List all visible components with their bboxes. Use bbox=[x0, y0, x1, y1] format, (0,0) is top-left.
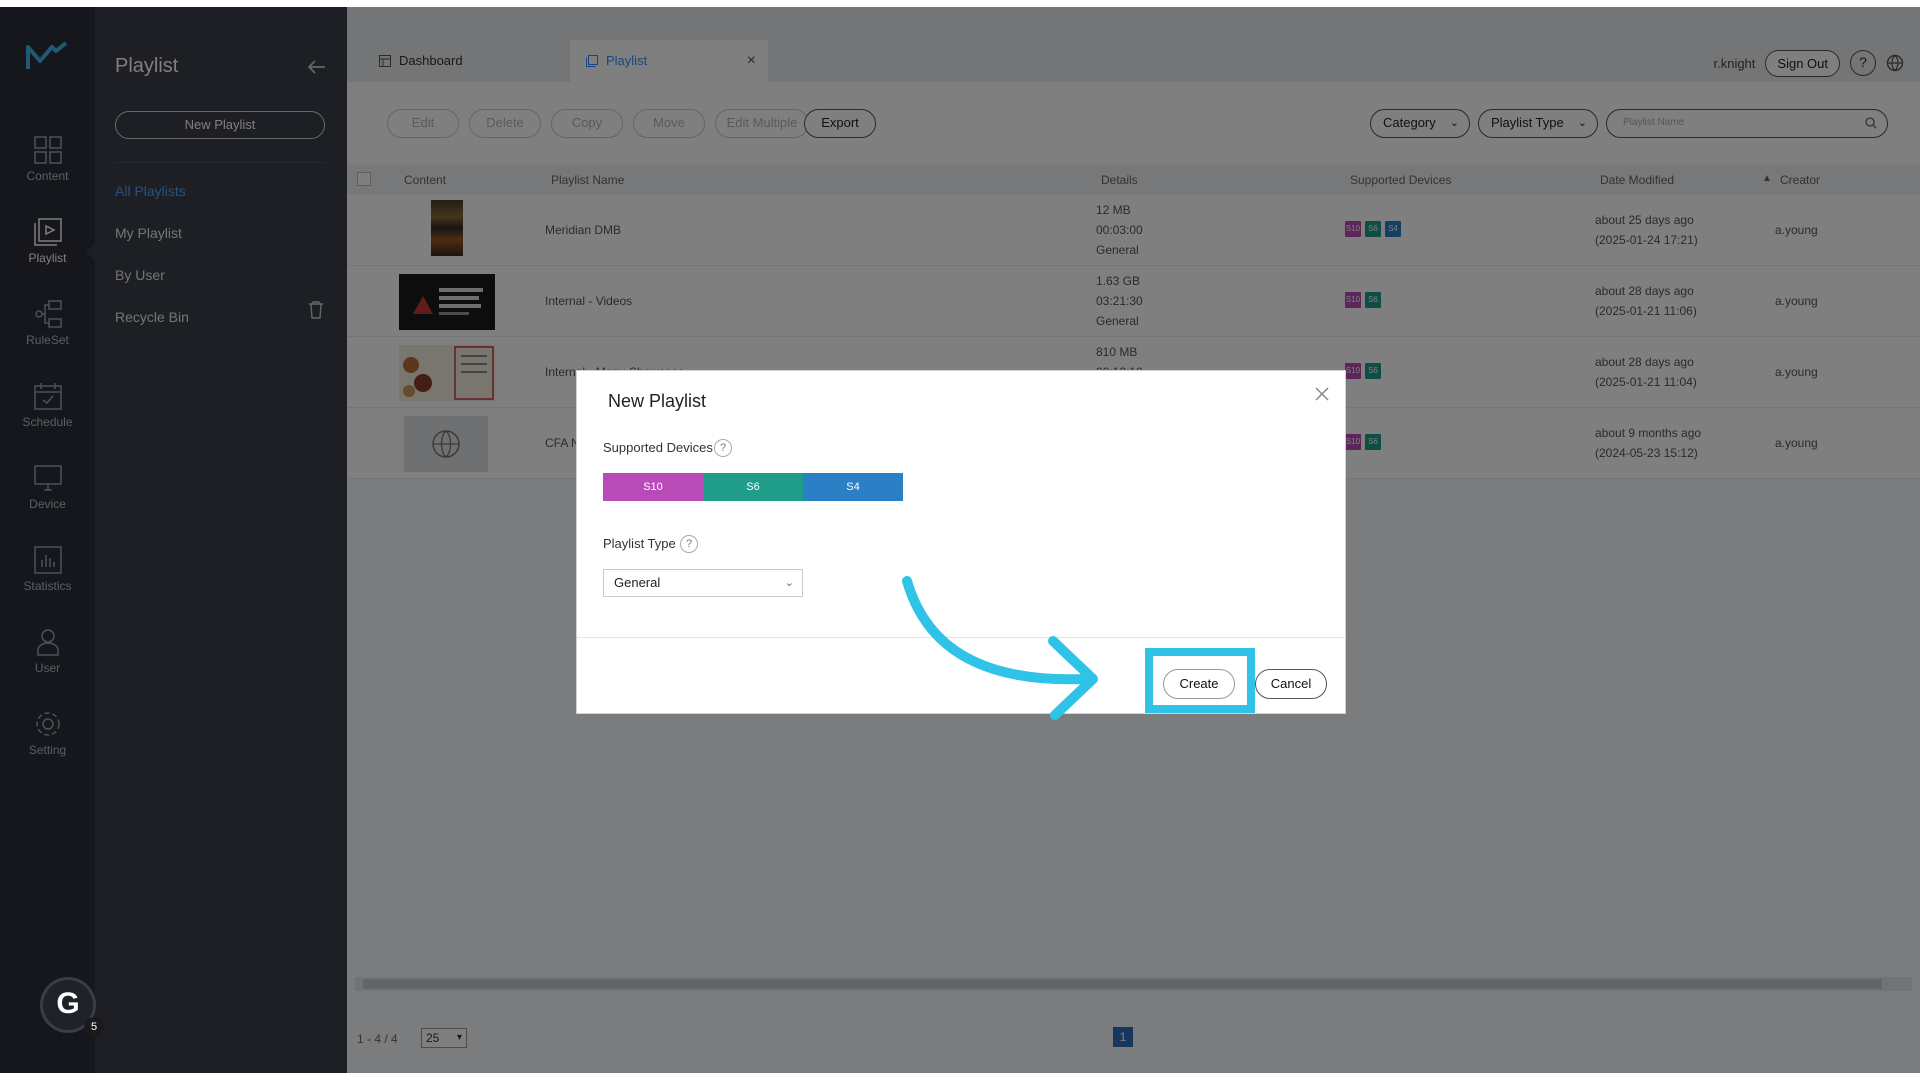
device-toggle-s4[interactable]: S4 bbox=[803, 473, 903, 501]
chevron-down-icon: ⌄ bbox=[784, 577, 794, 589]
supported-devices-help-icon[interactable]: ? bbox=[714, 439, 732, 457]
supported-devices-label: Supported Devices bbox=[603, 440, 713, 455]
notification-count-badge: 5 bbox=[84, 1017, 104, 1037]
pointer-arrow-icon bbox=[902, 576, 1098, 720]
close-icon[interactable] bbox=[1311, 383, 1333, 405]
cancel-button[interactable]: Cancel bbox=[1255, 669, 1327, 699]
app-window: Content Playlist RuleSet Schedule Device… bbox=[0, 7, 1920, 1073]
device-toggle-s10[interactable]: S10 bbox=[603, 473, 703, 501]
playlist-type-label: Playlist Type bbox=[603, 536, 676, 551]
playlist-type-help-icon[interactable]: ? bbox=[680, 535, 698, 553]
dialog-title: New Playlist bbox=[608, 391, 707, 411]
playlist-type-value: General bbox=[614, 575, 661, 590]
device-toggle-s6[interactable]: S6 bbox=[703, 473, 803, 501]
playlist-type-select[interactable]: General ⌄ bbox=[603, 569, 803, 597]
create-button-highlight bbox=[1145, 648, 1255, 713]
